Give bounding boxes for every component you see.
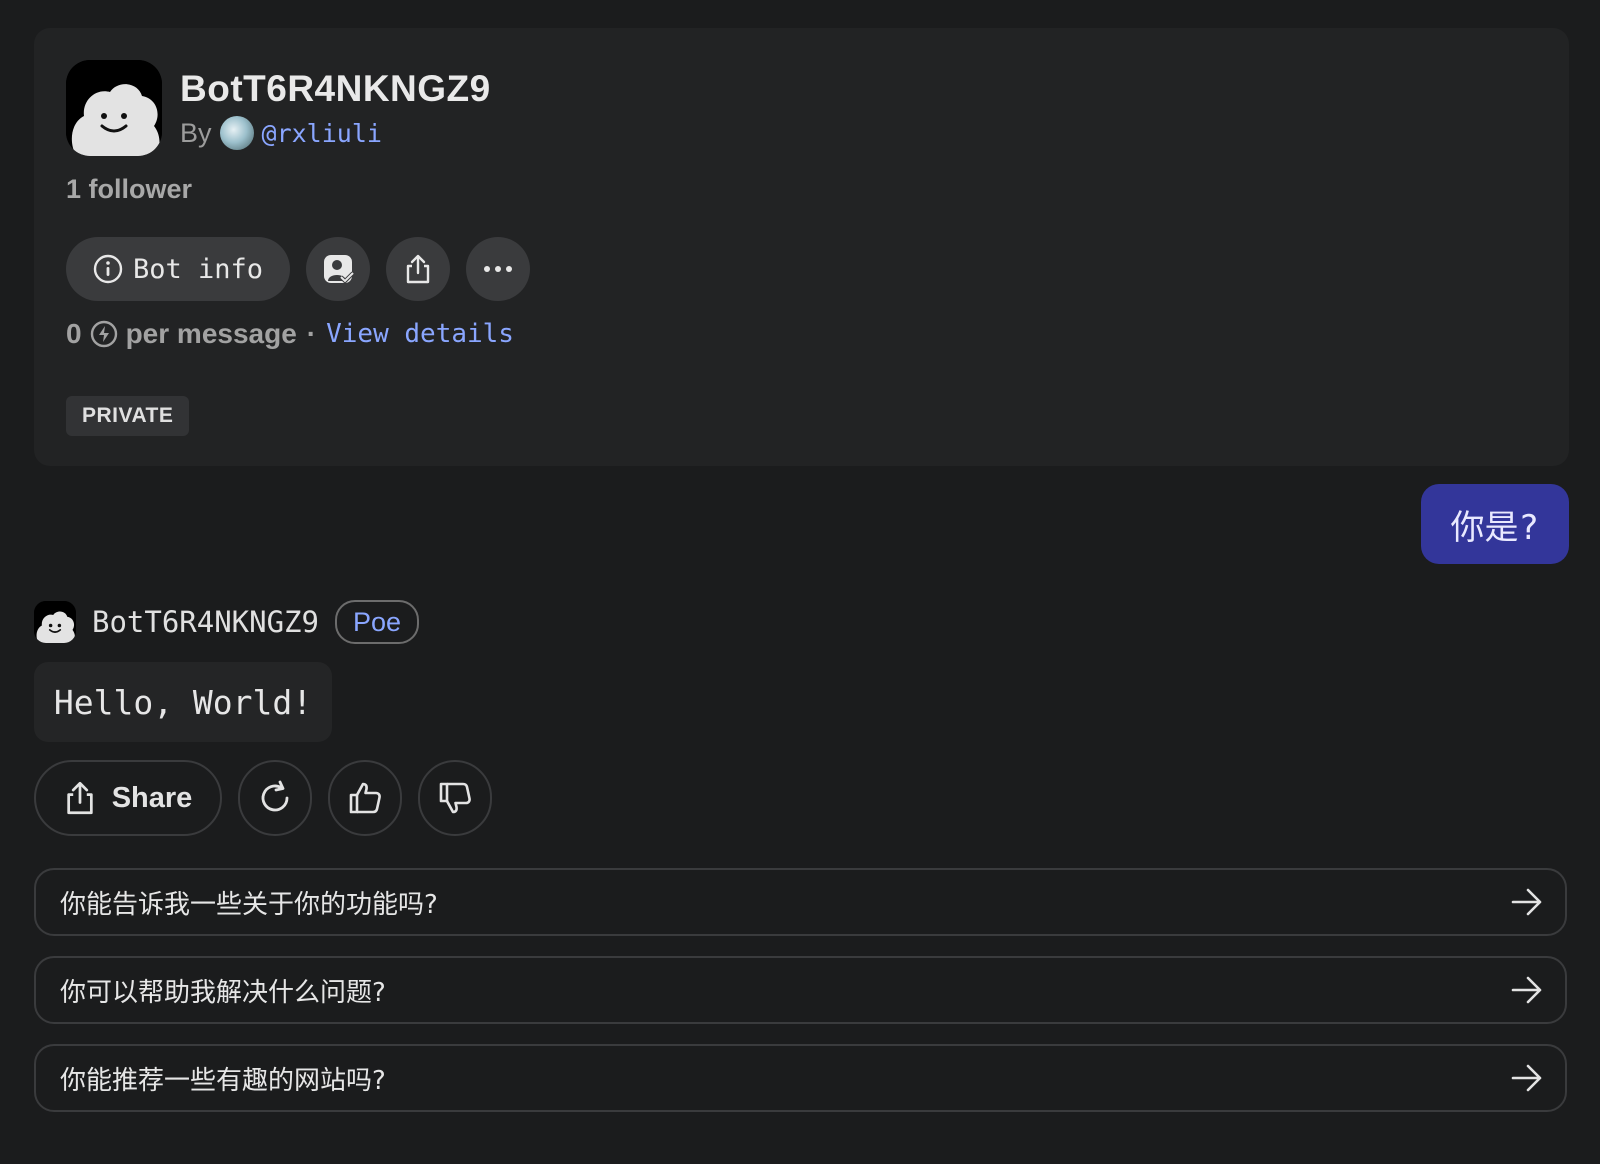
bot-name: BotT6R4NKNGZ9	[180, 68, 491, 109]
more-options-button[interactable]	[466, 237, 530, 301]
followers-count[interactable]: 1 follower	[66, 174, 192, 205]
ellipsis-icon	[484, 266, 512, 272]
bot-message-bubble: Hello, World!	[34, 662, 332, 742]
share-label: Share	[111, 781, 193, 814]
suggested-reply[interactable]: 你能告诉我一些关于你的功能吗?	[34, 868, 1567, 936]
pricing-row: 0 per message · View details	[66, 318, 514, 350]
view-details-link[interactable]: View details	[326, 319, 514, 349]
visibility-badge: PRIVATE	[66, 396, 190, 436]
bot-avatar	[66, 60, 162, 156]
creator-avatar[interactable]	[219, 116, 254, 150]
by-label: By	[180, 117, 212, 148]
price-value: 0	[66, 318, 82, 349]
page: BotT6R4NKNGZ9 By @rxliuli 1 follower Bot…	[0, 0, 1600, 1164]
suggested-reply[interactable]: 你能推荐一些有趣的网站吗?	[34, 1044, 1567, 1112]
bot-message-avatar[interactable]	[34, 601, 76, 643]
price-separator: ·	[306, 318, 317, 349]
follow-button[interactable]	[306, 237, 370, 301]
share-message-button[interactable]: Share	[34, 760, 222, 836]
thumbs-down-button[interactable]	[418, 760, 492, 836]
refresh-icon	[261, 780, 289, 812]
bot-info-button[interactable]: Bot info	[66, 237, 290, 301]
arrow-right-icon	[1511, 976, 1542, 1004]
person-check-icon	[324, 255, 354, 284]
bot-header-card: BotT6R4NKNGZ9 By @rxliuli 1 follower Bot…	[34, 28, 1569, 466]
bot-message-header: BotT6R4NKNGZ9 Poe	[34, 600, 420, 644]
lightning-coin-icon	[90, 320, 117, 348]
suggested-reply-text: 你能推荐一些有趣的网站吗?	[60, 1065, 386, 1096]
poe-badge: Poe	[334, 600, 420, 644]
creator-row: By @rxliuli	[180, 116, 382, 150]
suggested-reply-text: 你可以帮助我解决什么问题?	[60, 977, 386, 1008]
thumbs-up-button[interactable]	[328, 760, 402, 836]
share-icon	[66, 781, 93, 815]
share-bot-button[interactable]	[386, 237, 450, 301]
suggested-reply[interactable]: 你可以帮助我解决什么问题?	[34, 956, 1567, 1024]
retry-button[interactable]	[238, 760, 312, 836]
bot-action-row: Bot info	[66, 237, 530, 301]
cloud-face-icon	[34, 601, 76, 643]
user-message-bubble: 你是?	[1420, 484, 1569, 564]
bot-info-label: Bot info	[132, 253, 264, 285]
creator-handle-link[interactable]: @rxliuli	[262, 119, 382, 148]
arrow-right-icon	[1511, 1064, 1542, 1092]
arrow-right-icon	[1511, 888, 1542, 916]
thumbs-up-icon	[349, 782, 381, 814]
thumbs-down-icon	[439, 782, 471, 814]
cloud-face-icon	[66, 60, 162, 156]
message-actions: Share	[34, 760, 492, 836]
info-icon	[93, 254, 123, 284]
price-suffix: per message	[125, 318, 297, 349]
share-icon	[406, 254, 430, 284]
bot-message-name[interactable]: BotT6R4NKNGZ9	[92, 605, 319, 639]
suggested-reply-text: 你能告诉我一些关于你的功能吗?	[60, 889, 438, 920]
